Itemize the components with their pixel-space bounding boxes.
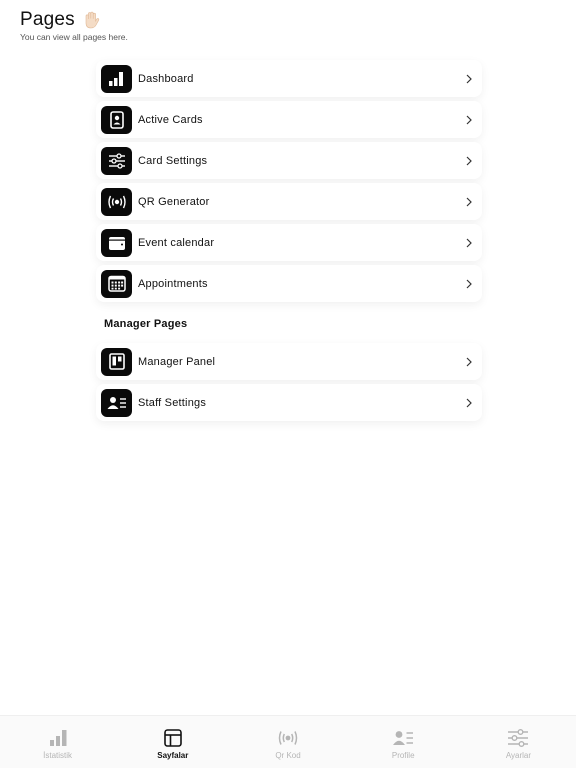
page-item-label: Appointments — [138, 277, 208, 290]
bottom-tab-bar: İstatistik Sayfalar Qr Kod Profile Ayarl… — [0, 715, 576, 768]
tab-label: Profile — [391, 751, 415, 760]
calendar-grid-icon — [107, 275, 126, 292]
tab-label: Ayarlar — [505, 751, 532, 760]
page-header: Pages You can view all pages here. — [20, 9, 128, 42]
icon-tile — [101, 269, 132, 298]
page-item-active-cards[interactable]: Active Cards — [96, 101, 482, 138]
chevron-right-icon — [466, 74, 472, 83]
page-item-label: Active Cards — [138, 113, 203, 126]
tab-label: İstatistik — [43, 751, 73, 760]
page-item-label: Manager Panel — [138, 355, 216, 368]
page-item-qr-generator[interactable]: QR Generator — [96, 183, 482, 220]
chevron-right-icon — [466, 238, 472, 247]
layout-icon — [163, 729, 182, 747]
page-item-manager-panel[interactable]: Manager Panel — [96, 343, 482, 380]
icon-tile — [101, 228, 132, 257]
chevron-right-icon — [466, 279, 472, 288]
bar-chart-icon — [108, 71, 123, 86]
icon-tile — [101, 187, 132, 216]
chevron-right-icon — [466, 357, 472, 366]
icon-tile — [101, 146, 132, 175]
chevron-right-icon — [466, 156, 472, 165]
panel-icon — [108, 353, 125, 370]
page-subtitle: You can view all pages here. — [20, 32, 128, 42]
tab-ayarlar[interactable]: Ayarlar — [461, 716, 576, 768]
manager-pages-list: Manager Panel Staff Settings — [96, 343, 482, 425]
icon-tile — [101, 347, 132, 376]
page-item-label: Dashboard — [138, 72, 194, 85]
broadcast-icon — [107, 195, 126, 208]
bar-chart-icon — [49, 730, 67, 746]
profile-card-icon — [393, 731, 414, 745]
icon-tile — [101, 105, 132, 134]
page-item-label: Event calendar — [138, 236, 215, 249]
page-item-staff-settings[interactable]: Staff Settings — [96, 384, 482, 421]
broadcast-icon — [278, 731, 298, 745]
chevron-right-icon — [466, 115, 472, 124]
sliders-icon — [108, 152, 125, 169]
chevron-right-icon — [466, 398, 472, 407]
id-card-icon — [109, 110, 124, 129]
tab-label: Sayfalar — [157, 751, 189, 760]
tab-istatistik[interactable]: İstatistik — [0, 716, 115, 768]
tab-sayfalar[interactable]: Sayfalar — [115, 716, 230, 768]
pages-list: Dashboard Active Cards Card Settings QR … — [96, 60, 482, 306]
staff-card-icon — [107, 396, 126, 409]
title-row: Pages — [20, 9, 128, 31]
waving-hand-icon — [85, 11, 100, 29]
icon-tile — [101, 64, 132, 93]
manager-section-title: Manager Pages — [104, 318, 188, 330]
tab-label: Qr Kod — [275, 751, 301, 760]
sliders-icon — [508, 729, 529, 747]
page-item-dashboard[interactable]: Dashboard — [96, 60, 482, 97]
page-item-appointments[interactable]: Appointments — [96, 265, 482, 302]
wallet-icon — [108, 236, 125, 250]
page-item-card-settings[interactable]: Card Settings — [96, 142, 482, 179]
page-item-label: Staff Settings — [138, 396, 207, 409]
page-item-event-calendar[interactable]: Event calendar — [96, 224, 482, 261]
page-item-label: Card Settings — [138, 154, 208, 167]
chevron-right-icon — [466, 197, 472, 206]
page-item-label: QR Generator — [138, 195, 210, 208]
icon-tile — [101, 388, 132, 417]
tab-profile[interactable]: Profile — [346, 716, 461, 768]
page-title: Pages — [20, 9, 75, 30]
tab-qr-kod[interactable]: Qr Kod — [230, 716, 345, 768]
